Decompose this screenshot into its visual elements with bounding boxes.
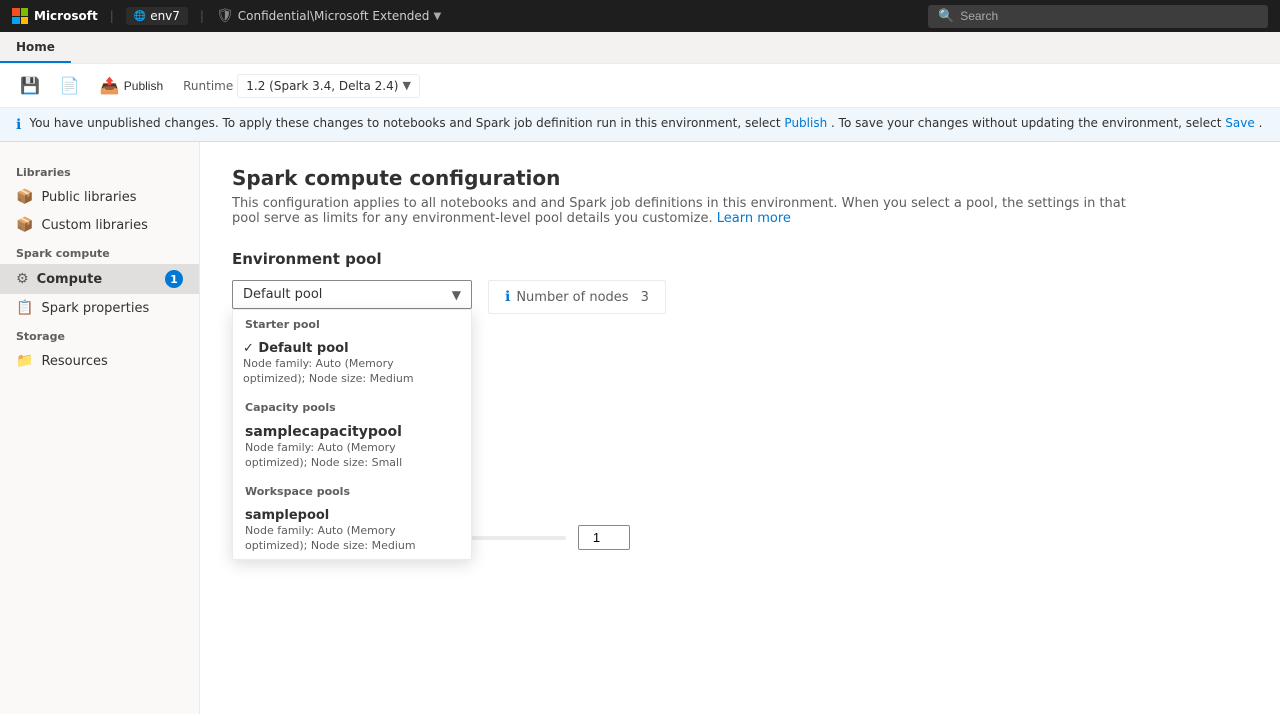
pool-item-capacity[interactable]: samplecapacitypool Node family: Auto (Me…: [233, 418, 471, 477]
sidebar-item-compute-label: Compute: [37, 272, 103, 287]
env-pool-section-title: Environment pool: [232, 250, 1248, 268]
file-icon: 📄: [60, 76, 80, 96]
search-icon: 🔍: [938, 9, 954, 24]
env-badge: 🌐 env7: [126, 7, 188, 25]
default-pool-desc: Node family: Auto (Memory optimized); No…: [243, 356, 459, 387]
confidential-badge[interactable]: 🛡 Confidential\Microsoft Extended ▼: [216, 8, 441, 24]
ms-logo-text: Microsoft: [34, 9, 98, 23]
pool-item-default-pool[interactable]: Default pool Node family: Auto (Memory o…: [233, 335, 471, 393]
search-bar[interactable]: 🔍: [928, 5, 1268, 28]
public-libraries-icon: 📦: [16, 189, 33, 205]
ms-logo-squares: [12, 8, 28, 24]
ms-sq-red: [12, 8, 20, 16]
runtime-dropdown[interactable]: 1.2 (Spark 3.4, Delta 2.4) ▼: [237, 74, 420, 98]
runtime-value: 1.2 (Spark 3.4, Delta 2.4): [246, 79, 398, 93]
main-layout: Libraries 📦 Public libraries 📦 Custom li…: [0, 142, 1280, 714]
save-alt-button[interactable]: 📄: [52, 72, 88, 100]
page-desc-text: This configuration applies to all notebo…: [232, 196, 1126, 226]
storage-section-label: Storage: [0, 322, 199, 347]
pool-item-workspace[interactable]: samplepool Node family: Auto (Memory opt…: [233, 502, 471, 560]
save-button[interactable]: 💾: [12, 72, 48, 100]
pool-dropdown-value: Default pool: [243, 287, 322, 302]
info-banner: ℹ You have unpublished changes. To apply…: [0, 108, 1280, 142]
env-name: env7: [150, 9, 180, 23]
home-tab[interactable]: Home: [0, 32, 71, 63]
nodes-value: 3: [641, 290, 649, 305]
capacity-pool-name: samplecapacitypool: [245, 424, 459, 440]
save-icon: 💾: [20, 76, 40, 96]
sidebar-item-compute[interactable]: ⚙ Compute 1: [0, 264, 199, 294]
sidebar-item-custom-libraries[interactable]: 📦 Custom libraries: [0, 211, 199, 239]
ms-sq-yellow: [21, 17, 29, 25]
resources-icon: 📁: [16, 353, 33, 369]
sep2: |: [200, 9, 204, 23]
page-title: Spark compute configuration: [232, 166, 1248, 190]
starter-pool-group-label: Starter pool: [233, 310, 471, 335]
info-icon: ℹ: [16, 117, 21, 133]
ms-sq-blue: [12, 17, 20, 25]
banner-publish-link[interactable]: Publish: [784, 116, 827, 130]
env-icon: 🌐: [134, 11, 146, 22]
nodes-label: Number of nodes: [516, 290, 628, 305]
shield-icon: 🛡: [216, 8, 234, 24]
banner-msg-end: .: [1259, 116, 1263, 130]
default-pool-name: Default pool: [243, 341, 459, 356]
banner-msg-mid: . To save your changes without updating …: [831, 116, 1225, 130]
nodes-info-icon[interactable]: ℹ: [505, 289, 510, 305]
separator: |: [110, 9, 114, 23]
sidebar-item-spark-properties[interactable]: 📋 Spark properties: [0, 294, 199, 322]
sidebar-item-spark-properties-label: Spark properties: [41, 301, 149, 316]
confidential-label: Confidential\Microsoft Extended: [238, 9, 430, 23]
spark-properties-icon: 📋: [16, 300, 33, 316]
sidebar-item-resources-label: Resources: [41, 354, 107, 369]
executor-max-input[interactable]: [578, 525, 630, 550]
banner-save-link[interactable]: Save: [1225, 116, 1254, 130]
workspace-pool-desc: Node family: Auto (Memory optimized); No…: [245, 523, 459, 554]
capacity-pool-desc: Node family: Auto (Memory optimized); No…: [245, 440, 459, 471]
sidebar-item-public-libraries[interactable]: 📦 Public libraries: [0, 183, 199, 211]
spark-compute-section-label: Spark compute: [0, 239, 199, 264]
workspace-pool-name: samplepool: [245, 508, 459, 523]
top-bar: Microsoft | 🌐 env7 | 🛡 Confidential\Micr…: [0, 0, 1280, 32]
banner-text: You have unpublished changes. To apply t…: [29, 116, 1262, 130]
compute-badge: 1: [165, 270, 183, 288]
publish-icon: 📤: [100, 76, 120, 96]
workspace-pool-group-label: Workspace pools: [233, 477, 471, 502]
nodes-info-box: ℹ Number of nodes 3: [488, 280, 666, 314]
ms-sq-green: [21, 8, 29, 16]
publish-button[interactable]: 📤 Publish: [92, 72, 171, 100]
sidebar: Libraries 📦 Public libraries 📦 Custom li…: [0, 142, 200, 714]
pool-dropdown-container: Default pool ▼ Starter pool Default pool…: [232, 280, 472, 309]
pool-dropdown-trigger[interactable]: Default pool ▼: [232, 280, 472, 309]
pool-dropdown-menu: Starter pool Default pool Node family: A…: [232, 309, 472, 560]
sidebar-item-public-libraries-label: Public libraries: [41, 190, 136, 205]
content-area: Spark compute configuration This configu…: [200, 142, 1280, 714]
ms-logo: Microsoft: [12, 8, 98, 24]
page-description: This configuration applies to all notebo…: [232, 196, 1132, 226]
confidential-chevron-icon: ▼: [433, 11, 441, 22]
learn-more-link[interactable]: Learn more: [717, 211, 791, 226]
capacity-pool-group-label: Capacity pools: [233, 393, 471, 418]
runtime-label: Runtime: [183, 79, 233, 93]
search-input[interactable]: [960, 9, 1258, 23]
banner-msg-before: You have unpublished changes. To apply t…: [29, 116, 784, 130]
custom-libraries-icon: 📦: [16, 217, 33, 233]
sidebar-item-custom-libraries-label: Custom libraries: [41, 218, 147, 233]
pool-chevron-icon: ▼: [452, 288, 461, 302]
publish-label: Publish: [124, 79, 163, 93]
sidebar-item-resources[interactable]: 📁 Resources: [0, 347, 199, 375]
toolbar: 💾 📄 📤 Publish Runtime 1.2 (Spark 3.4, De…: [0, 64, 1280, 108]
compute-icon: ⚙: [16, 271, 29, 287]
libraries-section-label: Libraries: [0, 158, 199, 183]
home-bar: Home: [0, 32, 1280, 64]
runtime-chevron-icon: ▼: [402, 79, 410, 92]
